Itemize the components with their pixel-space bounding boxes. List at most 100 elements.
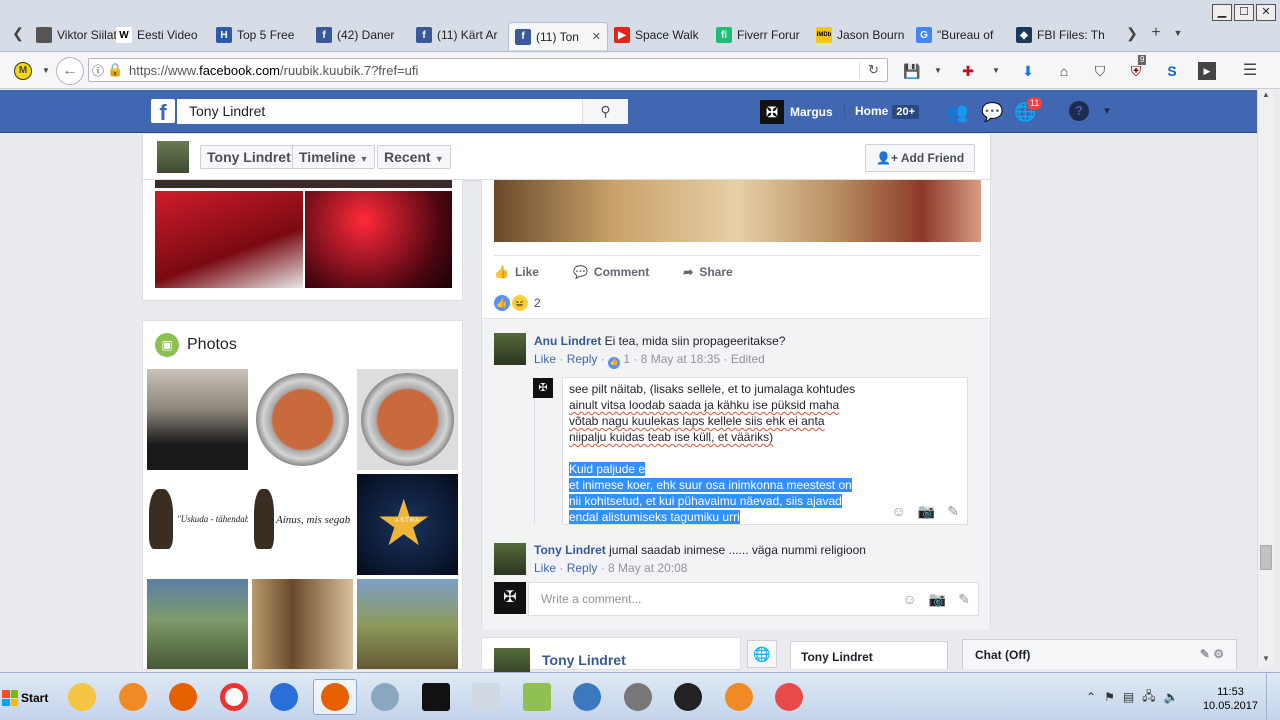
- photo-portrait[interactable]: [147, 369, 248, 470]
- browser-tab[interactable]: H Top 5 Free: [210, 22, 310, 48]
- network-tool-icon[interactable]: [363, 679, 407, 715]
- timeline-dropdown[interactable]: Timeline ▼: [292, 145, 376, 169]
- like-button[interactable]: 👍 Like: [494, 265, 539, 279]
- photo-coin-2[interactable]: [357, 369, 458, 470]
- photos-header[interactable]: ▣ Photos: [155, 333, 237, 357]
- comment-author[interactable]: Tony Lindret: [534, 543, 606, 557]
- facebook-search-input[interactable]: Tony Lindret ⚲: [177, 99, 628, 124]
- post-image[interactable]: [494, 180, 981, 242]
- maximize-button[interactable]: ☐: [1234, 4, 1254, 21]
- add-friend-button[interactable]: 👤+ Add Friend: [865, 144, 976, 172]
- youtube-addon-icon[interactable]: ▶: [1198, 62, 1216, 80]
- gear-icon[interactable]: ⚙: [1213, 647, 1224, 661]
- save-page-icon[interactable]: 💾: [902, 61, 922, 81]
- comment-timestamp[interactable]: 8 May at 18:35: [641, 352, 720, 366]
- chat-tab[interactable]: Tony Lindret: [790, 641, 948, 669]
- write-comment-input[interactable]: Write a comment... ☺ 📷 ✎: [528, 582, 979, 616]
- device-icon[interactable]: ▤: [1123, 690, 1134, 704]
- download-icon[interactable]: ⬇: [1018, 61, 1038, 81]
- opera-icon[interactable]: [212, 679, 256, 715]
- reply-input-box[interactable]: ✠ see pilt näitab, (lisaks sellele, et t…: [533, 377, 968, 525]
- globe-icon[interactable]: 🌐: [747, 640, 777, 668]
- account-menu-icon[interactable]: ▼: [1096, 101, 1118, 123]
- plus-dropdown-icon[interactable]: ▼: [986, 61, 1006, 81]
- user-profile-link[interactable]: ✠ Margus: [760, 100, 833, 124]
- comment-like-count[interactable]: 1: [623, 352, 630, 366]
- chat-sidebar-bar[interactable]: Chat (Off) ✎ ⚙: [962, 639, 1237, 669]
- addon-dropdown-icon[interactable]: ▼: [36, 61, 56, 81]
- reload-icon[interactable]: ↻: [859, 62, 887, 78]
- firefox-icon[interactable]: [161, 679, 205, 715]
- back-button[interactable]: ←: [56, 57, 84, 85]
- pocket-icon[interactable]: ⛉: [1090, 61, 1110, 81]
- flag-icon[interactable]: ⚑: [1104, 690, 1115, 704]
- tray-expand-icon[interactable]: ⌃: [1086, 690, 1096, 704]
- terminal-icon[interactable]: [414, 679, 458, 715]
- sticker-icon[interactable]: ✎: [958, 591, 970, 608]
- comment-author[interactable]: Anu Lindret: [534, 334, 601, 348]
- search-tool-icon[interactable]: [717, 679, 761, 715]
- avatar[interactable]: [494, 543, 526, 575]
- photo-star[interactable]: ★ ASTRA: [357, 474, 458, 575]
- page-scrollbar[interactable]: ▲ ▼: [1257, 90, 1273, 668]
- new-tab-icon[interactable]: +: [1148, 22, 1164, 44]
- ublock-icon[interactable]: ⛨ 9: [1126, 55, 1147, 81]
- explorer-icon[interactable]: [60, 679, 104, 715]
- calculator-icon[interactable]: [464, 679, 508, 715]
- messenger-icon[interactable]: 💬: [981, 101, 1003, 123]
- help-icon[interactable]: ?: [1069, 101, 1089, 121]
- close-button[interactable]: ✕: [1256, 4, 1276, 21]
- tabs-scroll-left-icon[interactable]: ❮: [10, 22, 26, 44]
- address-bar[interactable]: ⓘ 🔒 https://www.facebook.com/ruubik.kuub…: [88, 58, 888, 82]
- photo-coin-1[interactable]: [252, 369, 353, 470]
- friend-requests-icon[interactable]: 👥: [946, 101, 968, 123]
- browser-tab[interactable]: ◆ FBI Files: Th: [1010, 22, 1110, 48]
- stage-photo[interactable]: [155, 191, 303, 288]
- notifications-icon[interactable]: 🌐 11: [1014, 96, 1044, 123]
- comment-like-link[interactable]: Like: [534, 561, 556, 575]
- network-icon[interactable]: 🖧: [1142, 687, 1155, 708]
- scrollbar-thumb[interactable]: [1260, 545, 1272, 570]
- s-addon-icon[interactable]: S: [1162, 61, 1182, 81]
- reply-draft-text[interactable]: see pilt näitab, (lisaks sellele, et to …: [569, 381, 869, 525]
- concert-photo[interactable]: [305, 191, 452, 288]
- start-button[interactable]: Start: [2, 683, 54, 713]
- notepad-plus-icon[interactable]: [515, 679, 559, 715]
- home-icon[interactable]: ⌂: [1054, 61, 1074, 81]
- clock[interactable]: 11:53 10.05.2017: [1203, 685, 1258, 713]
- photo-forest-2[interactable]: [252, 579, 353, 669]
- close-tab-icon[interactable]: ✕: [592, 30, 601, 43]
- browser-tab[interactable]: IMDb Jason Bourn: [810, 22, 910, 48]
- url-text[interactable]: https://www.facebook.com/ruubik.kuubik.7…: [123, 63, 859, 78]
- paint-icon[interactable]: [767, 679, 811, 715]
- compose-icon[interactable]: ✎: [1200, 647, 1210, 661]
- camera-icon[interactable]: 📷: [929, 591, 946, 608]
- scroll-up-icon[interactable]: ▲: [1258, 90, 1274, 104]
- photo-quote-1[interactable]: "Uskuda - tähendab i: [147, 474, 248, 575]
- browser-tab[interactable]: fi Fiverr Forur: [710, 22, 810, 48]
- photo-forest-3[interactable]: [357, 579, 458, 669]
- avatar[interactable]: [494, 333, 526, 365]
- firefox-icon[interactable]: [312, 679, 357, 715]
- emoji-icon[interactable]: ☺: [903, 591, 917, 608]
- comment-timestamp[interactable]: 8 May at 20:08: [608, 561, 687, 575]
- media-player-icon[interactable]: [111, 679, 155, 715]
- addon-m-icon[interactable]: M: [14, 62, 32, 80]
- browser-icon[interactable]: [262, 679, 306, 715]
- comment-like-link[interactable]: Like: [534, 352, 556, 366]
- save-dropdown-icon[interactable]: ▼: [928, 61, 948, 81]
- post-author[interactable]: Tony Lindret: [542, 652, 626, 668]
- home-link[interactable]: Home 20+: [844, 104, 920, 119]
- reactions-summary[interactable]: 👍 😆 2: [494, 295, 541, 311]
- microphone-icon[interactable]: [616, 679, 660, 715]
- browser-tab[interactable]: f (42) Daner: [310, 22, 410, 48]
- profile-name-button[interactable]: Tony Lindret: [200, 145, 298, 169]
- record-icon[interactable]: [666, 679, 710, 715]
- avatar[interactable]: [157, 141, 189, 173]
- tabs-scroll-right-icon[interactable]: ❯: [1124, 22, 1140, 44]
- comment-reply-link[interactable]: Reply: [567, 352, 598, 366]
- show-desktop-button[interactable]: [1266, 673, 1278, 720]
- menu-icon[interactable]: ☰: [1240, 61, 1260, 81]
- browser-tab[interactable]: f (11) Ton ✕: [508, 22, 608, 50]
- photo-quote-2[interactable]: Ainus, mis segab õpp: [252, 474, 353, 575]
